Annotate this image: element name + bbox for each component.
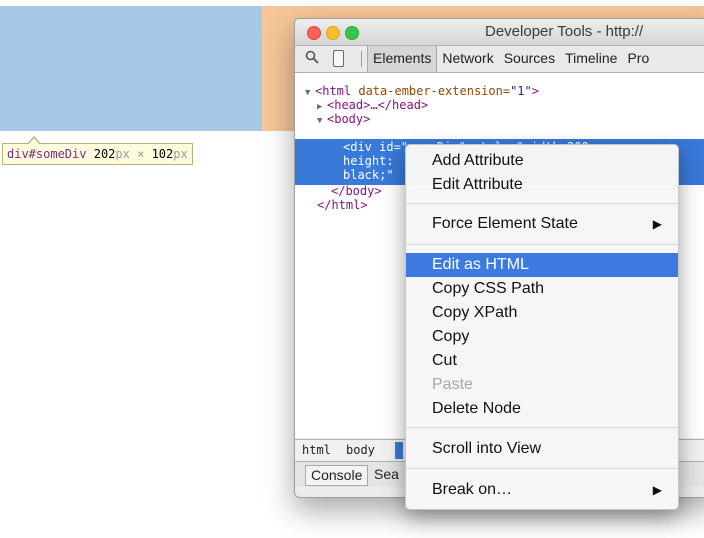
zoom-window-button[interactable]	[345, 26, 359, 40]
element-size-tooltip: div#someDiv 202px × 102px	[2, 136, 193, 165]
tab-profiles[interactable]: Pro	[622, 46, 654, 72]
tree-line-html[interactable]: ▼ <html data-ember-extension="1">	[305, 84, 704, 98]
submenu-arrow-icon: ▶	[652, 483, 662, 497]
tree-line-body[interactable]: ▼ <body>	[317, 112, 704, 126]
tree-line-head[interactable]: ▶ <head>…</head>	[317, 98, 704, 112]
breadcrumb-html[interactable]: html	[302, 440, 331, 461]
devtools-toolbar: Elements Network Sources Timeline Pro	[295, 46, 704, 73]
tooltip-height: 102	[151, 147, 174, 161]
menu-item-delete-node[interactable]: Delete Node	[406, 397, 678, 421]
tooltip-height-unit: px	[173, 147, 188, 161]
minimize-window-button[interactable]	[326, 26, 340, 40]
expanded-triangle-icon: ▼	[305, 88, 311, 98]
title-bar: Developer Tools - http://	[295, 19, 704, 46]
menu-item-force-element-state[interactable]: Force Element State ▶	[406, 212, 678, 236]
menu-item-scroll-into-view[interactable]: Scroll into View	[406, 437, 678, 461]
breadcrumb-selected[interactable]	[395, 442, 403, 459]
tab-search[interactable]: Sea	[369, 465, 404, 484]
expanded-triangle-icon: ▼	[317, 116, 323, 126]
highlighted-element-content	[0, 6, 262, 131]
menu-item-paste: Paste	[432, 376, 473, 393]
window-title: Developer Tools - http://	[485, 23, 644, 40]
tab-network[interactable]: Network	[437, 46, 498, 72]
menu-separator	[406, 203, 678, 204]
submenu-arrow-icon: ▶	[652, 217, 662, 231]
menu-separator	[406, 244, 678, 245]
menu-item-add-attribute[interactable]: Add Attribute	[406, 149, 678, 173]
context-menu: Add Attribute Edit Attribute Force Eleme…	[405, 144, 679, 510]
tab-elements[interactable]: Elements	[367, 46, 438, 72]
menu-item-copy-css-path[interactable]: Copy CSS Path	[406, 277, 678, 301]
close-window-button[interactable]	[307, 26, 321, 40]
panel-tabs: Elements Network Sources Timeline Pro	[367, 46, 654, 72]
menu-item-cut[interactable]: Cut	[406, 349, 678, 373]
menu-separator	[406, 468, 678, 469]
tab-console[interactable]: Console	[305, 465, 369, 486]
toolbar-divider	[361, 51, 362, 67]
menu-item-edit-as-html[interactable]: Edit as HTML	[406, 253, 678, 277]
tab-timeline[interactable]: Timeline	[560, 46, 622, 72]
device-mode-icon[interactable]	[333, 50, 344, 67]
tooltip-times: ×	[137, 147, 145, 161]
menu-separator	[406, 427, 678, 428]
menu-item-copy[interactable]: Copy	[406, 325, 678, 349]
tooltip-width-unit: px	[115, 147, 130, 161]
menu-item-break-on[interactable]: Break on… ▶	[406, 478, 678, 502]
menu-item-copy-xpath[interactable]: Copy XPath	[406, 301, 678, 325]
tooltip-selector: div#someDiv	[7, 147, 87, 161]
menu-item-edit-attribute[interactable]: Edit Attribute	[406, 173, 678, 197]
search-icon[interactable]	[305, 50, 319, 64]
tab-sources[interactable]: Sources	[499, 46, 560, 72]
breadcrumb-body[interactable]: body	[346, 440, 375, 461]
tooltip-width: 202	[93, 147, 116, 161]
